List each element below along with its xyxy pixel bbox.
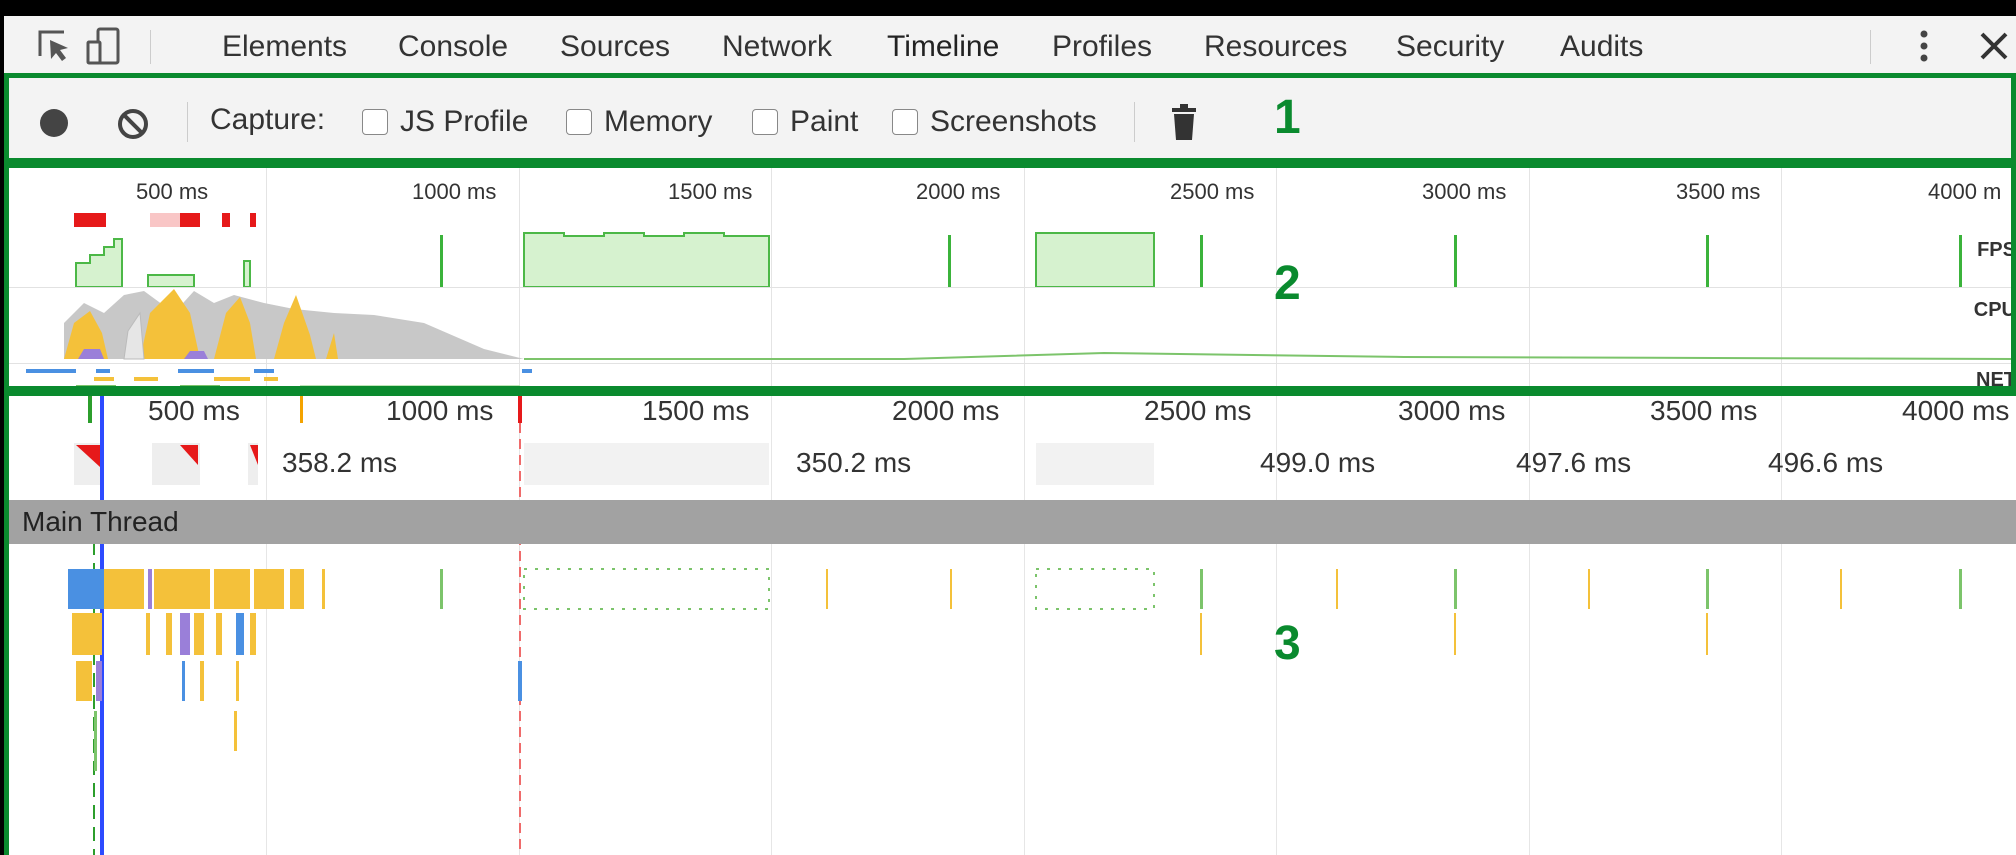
separator [150,30,151,64]
tab-security[interactable]: Security [1396,16,1504,78]
annotation-number-2: 2 [1274,257,1301,310]
tab-resources[interactable]: Resources [1204,16,1347,78]
tab-network[interactable]: Network [722,16,832,78]
annotation-box-2 [4,158,2016,396]
close-icon[interactable] [1974,26,2014,66]
annotation-number-3: 3 [1274,617,1301,670]
tab-elements[interactable]: Elements [222,16,347,78]
devtools-window: Elements Console Sources Network Timelin… [0,0,2016,855]
device-mode-icon[interactable] [84,26,124,66]
more-vertical-icon[interactable] [1904,26,1944,66]
annotation-box-1 [4,73,2016,168]
annotation-number-1: 1 [1274,91,1301,144]
tab-sources[interactable]: Sources [560,16,670,78]
devtools-tab-bar: Elements Console Sources Network Timelin… [4,16,2016,79]
separator [1870,30,1871,64]
annotation-box-3 [4,386,2016,855]
inspect-element-icon[interactable] [34,26,74,66]
tab-profiles[interactable]: Profiles [1052,16,1152,78]
tab-audits[interactable]: Audits [1560,16,1643,78]
tab-console[interactable]: Console [398,16,508,78]
tab-timeline[interactable]: Timeline [887,16,999,78]
